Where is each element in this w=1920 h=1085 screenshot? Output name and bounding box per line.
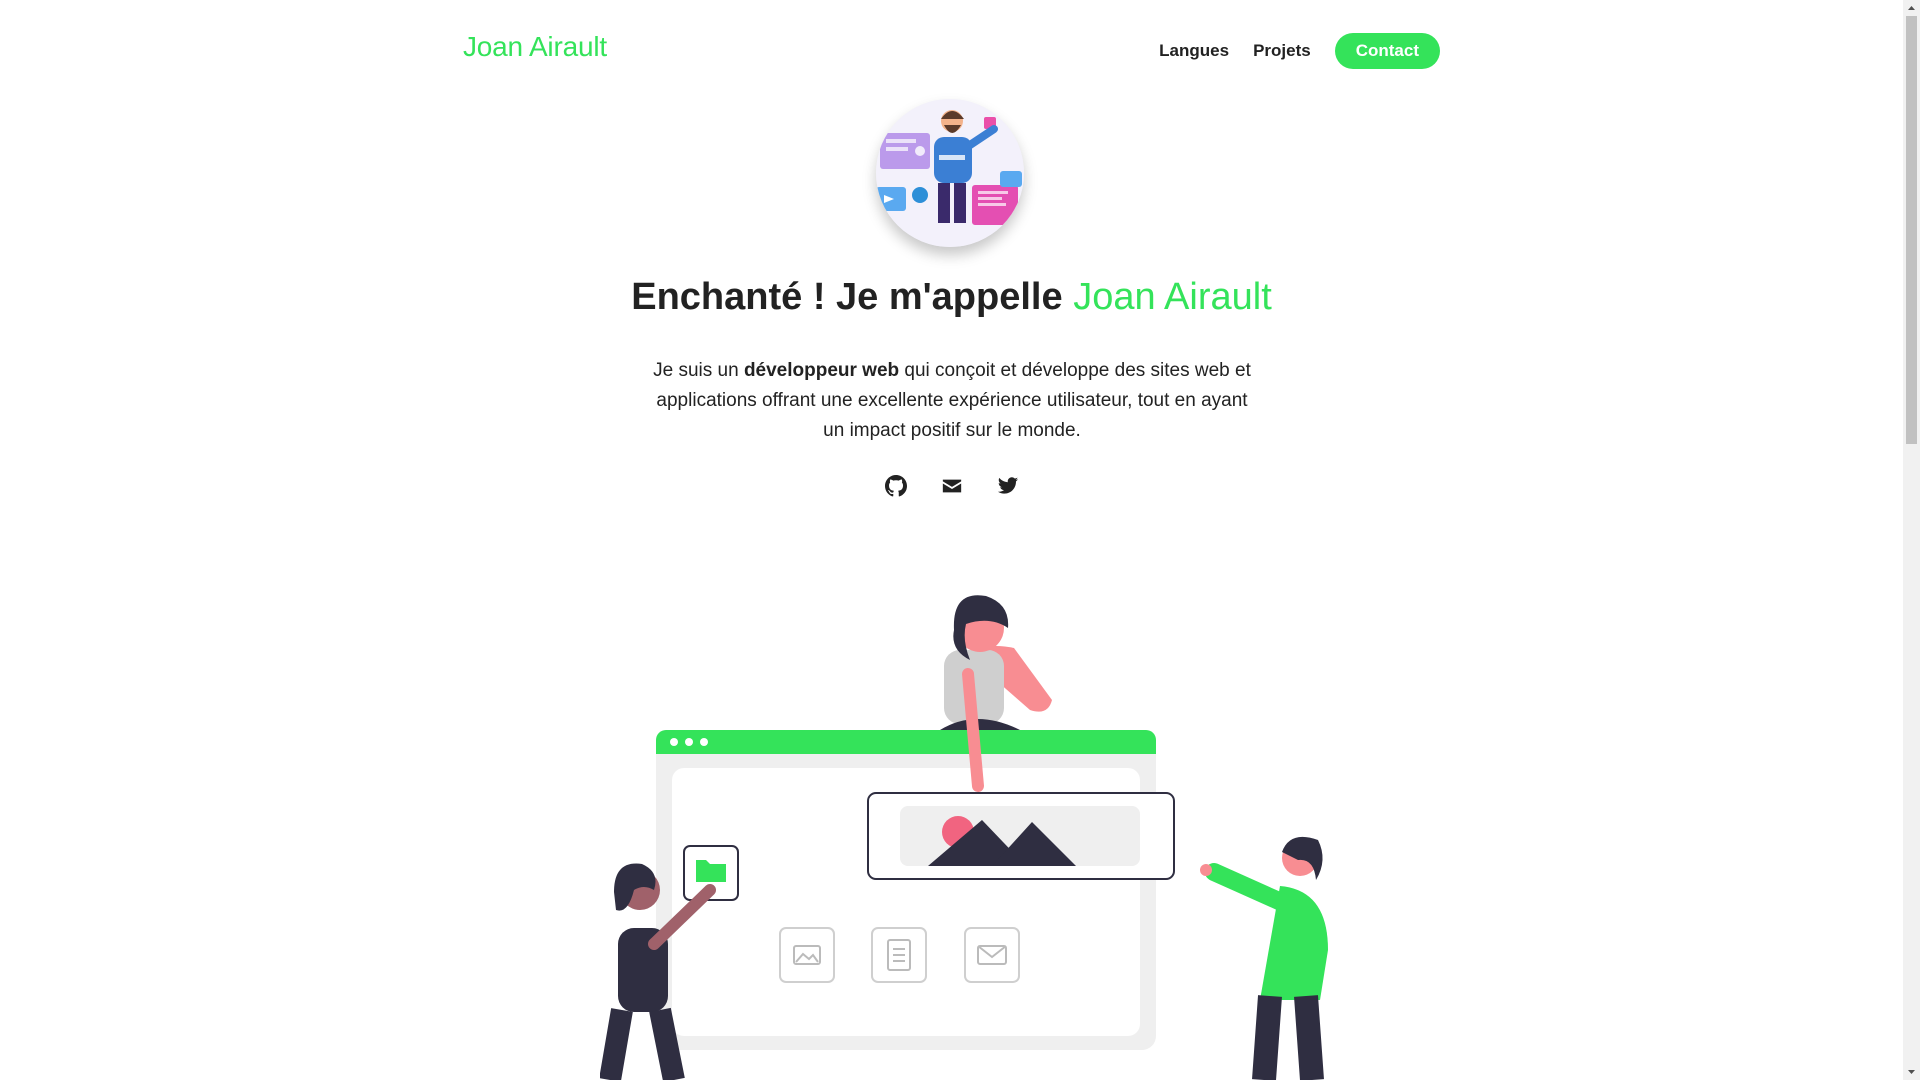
twitter-icon <box>997 477 1018 494</box>
scroll-up-arrow-icon[interactable] <box>1903 0 1920 16</box>
avatar <box>876 99 1024 247</box>
github-icon <box>884 475 907 497</box>
github-link[interactable] <box>884 475 907 497</box>
page: Joan Airault Langues Projets Contact Enc… <box>0 0 1903 1080</box>
hero-illustration <box>600 595 1328 1080</box>
hero-title-name: Joan Airault <box>1073 276 1272 318</box>
social-links <box>0 475 1903 497</box>
main-nav: Langues Projets Contact <box>1159 33 1440 69</box>
scrollbar[interactable] <box>1903 0 1920 1080</box>
hero-title-prefix: Enchanté ! Je m'appelle <box>631 276 1074 318</box>
nav-link-langues[interactable]: Langues <box>1159 41 1229 61</box>
hero-text-bold: développeur web <box>743 360 900 381</box>
nav-link-projets[interactable]: Projets <box>1253 41 1311 61</box>
brand-logo[interactable]: Joan Airault <box>463 31 607 63</box>
hero-text-start: Je suis un <box>653 360 744 381</box>
contact-button[interactable]: Contact <box>1334 33 1440 69</box>
scrollbar-thumb[interactable] <box>1906 16 1917 444</box>
developer-illustration <box>876 99 1024 247</box>
mail-icon <box>942 479 961 493</box>
scroll-down-arrow-icon[interactable] <box>1903 1064 1920 1080</box>
hero-description: Je suis un développeur web qui conçoit e… <box>646 356 1258 446</box>
twitter-link[interactable] <box>997 475 1019 497</box>
hero-title: Enchanté ! Je m'appelle Joan Airault <box>0 276 1903 319</box>
mail-link[interactable] <box>941 475 963 497</box>
